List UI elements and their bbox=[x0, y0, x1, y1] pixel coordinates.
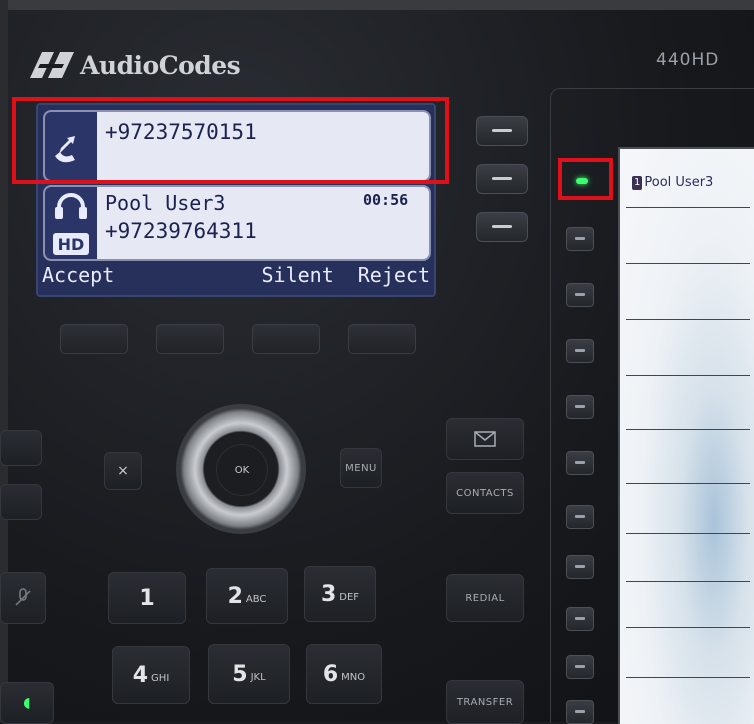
softkey-button-1[interactable] bbox=[60, 324, 128, 354]
background-wall bbox=[0, 0, 754, 10]
left-edge-button-2[interactable] bbox=[0, 484, 42, 520]
hd-audio-icon: HD bbox=[53, 233, 89, 255]
envelope-icon bbox=[474, 431, 496, 447]
key-3[interactable]: 3 DEF bbox=[304, 566, 376, 622]
left-edge-button-1[interactable] bbox=[0, 430, 42, 466]
blf-key-5[interactable] bbox=[566, 395, 594, 419]
expansion-divider bbox=[626, 263, 750, 264]
key-1-digit: 1 bbox=[139, 585, 155, 611]
line-status-led bbox=[576, 178, 588, 184]
cancel-button[interactable]: × bbox=[104, 452, 142, 490]
key-2[interactable]: 2 ABC bbox=[206, 568, 288, 624]
speaker-led-icon: ◖ bbox=[23, 695, 31, 711]
redial-label: REDIAL bbox=[465, 592, 505, 604]
blf-key-4[interactable] bbox=[566, 339, 594, 363]
audiocodes-logo-icon bbox=[30, 52, 74, 78]
key-5-letters: JKL bbox=[250, 671, 266, 683]
mute-button[interactable] bbox=[0, 572, 46, 624]
key-5-digit: 5 bbox=[232, 661, 248, 687]
call-duration: 00:56 bbox=[363, 191, 409, 209]
line-key-3[interactable] bbox=[476, 212, 528, 242]
highlight-incoming-call bbox=[12, 97, 449, 184]
brand-name: AudioCodes bbox=[80, 50, 241, 80]
key-6[interactable]: 6 MNO bbox=[306, 644, 382, 704]
blf-key-3[interactable] bbox=[566, 283, 594, 307]
key-2-digit: 2 bbox=[227, 583, 243, 609]
expansion-divider bbox=[626, 677, 750, 678]
line-key-2[interactable] bbox=[476, 164, 528, 194]
expansion-divider bbox=[626, 375, 750, 376]
transfer-button[interactable]: TRANSFER bbox=[446, 680, 524, 724]
softkey-button-3[interactable] bbox=[252, 324, 320, 354]
key-4[interactable]: 4 GHI bbox=[112, 646, 190, 704]
key-6-digit: 6 bbox=[322, 661, 339, 687]
expansion-display: 1 Pool User3 bbox=[618, 147, 754, 724]
softkey-button-4[interactable] bbox=[348, 324, 416, 354]
mute-icon bbox=[15, 588, 31, 606]
expansion-divider bbox=[626, 319, 750, 320]
blf-key-9[interactable] bbox=[566, 607, 594, 631]
cancel-label: × bbox=[117, 463, 129, 479]
svg-text:HD: HD bbox=[58, 235, 85, 254]
redial-button[interactable]: REDIAL bbox=[446, 574, 524, 622]
headset-icon bbox=[55, 193, 87, 219]
brand: AudioCodes bbox=[30, 48, 241, 82]
expansion-divider bbox=[626, 483, 750, 484]
key-1[interactable]: 1 bbox=[108, 572, 186, 624]
expansion-divider bbox=[626, 581, 750, 582]
softkey-button-2[interactable] bbox=[156, 324, 224, 354]
blf-key-7[interactable] bbox=[566, 505, 594, 529]
blf-key-6[interactable] bbox=[566, 451, 594, 475]
active-call-name: Pool User3 bbox=[105, 191, 226, 215]
softkey-bar: Accept Silent Reject bbox=[38, 258, 434, 292]
contacts-label: CONTACTS bbox=[456, 487, 514, 499]
blf-key-2[interactable] bbox=[566, 227, 594, 251]
key-5[interactable]: 5 JKL bbox=[208, 644, 290, 704]
blf-key-8[interactable] bbox=[566, 555, 594, 579]
active-call-number: +97239764311 bbox=[105, 219, 257, 243]
expansion-divider bbox=[626, 533, 750, 534]
messages-button[interactable] bbox=[446, 418, 524, 460]
blf-key-10[interactable] bbox=[566, 655, 594, 679]
menu-label: MENU bbox=[345, 462, 377, 474]
expansion-entry-label: Pool User3 bbox=[644, 175, 714, 190]
speaker-button[interactable]: ◖ bbox=[0, 682, 54, 724]
softkey-reject[interactable]: Reject bbox=[358, 263, 430, 287]
softkey-accept[interactable]: Accept bbox=[42, 263, 114, 287]
active-call-icon-box: HD bbox=[45, 187, 97, 259]
transfer-label: TRANSFER bbox=[456, 696, 514, 708]
active-call-entry[interactable]: HD Pool User3 +97239764311 00:56 bbox=[43, 185, 431, 261]
expansion-entry-badge: 1 bbox=[632, 175, 643, 190]
ok-button[interactable]: OK bbox=[216, 444, 268, 496]
key-6-letters: MNO bbox=[341, 671, 366, 683]
ok-label: OK bbox=[234, 464, 250, 476]
blf-key-11[interactable] bbox=[566, 700, 594, 724]
key-4-digit: 4 bbox=[132, 662, 149, 688]
key-3-digit: 3 bbox=[320, 581, 337, 607]
softkey-silent[interactable]: Silent bbox=[262, 263, 334, 287]
expansion-divider bbox=[626, 627, 750, 628]
contacts-button[interactable]: CONTACTS bbox=[446, 472, 524, 514]
key-4-letters: GHI bbox=[151, 672, 170, 684]
menu-button[interactable]: MENU bbox=[340, 448, 382, 488]
line-key-1[interactable] bbox=[476, 116, 528, 146]
key-2-letters: ABC bbox=[245, 593, 267, 605]
expansion-divider bbox=[626, 429, 750, 430]
expansion-divider bbox=[626, 207, 750, 208]
model-label: 440HD bbox=[656, 50, 720, 70]
key-3-letters: DEF bbox=[339, 591, 360, 603]
expansion-entry-pool-user3[interactable]: 1 Pool User3 bbox=[632, 175, 713, 190]
